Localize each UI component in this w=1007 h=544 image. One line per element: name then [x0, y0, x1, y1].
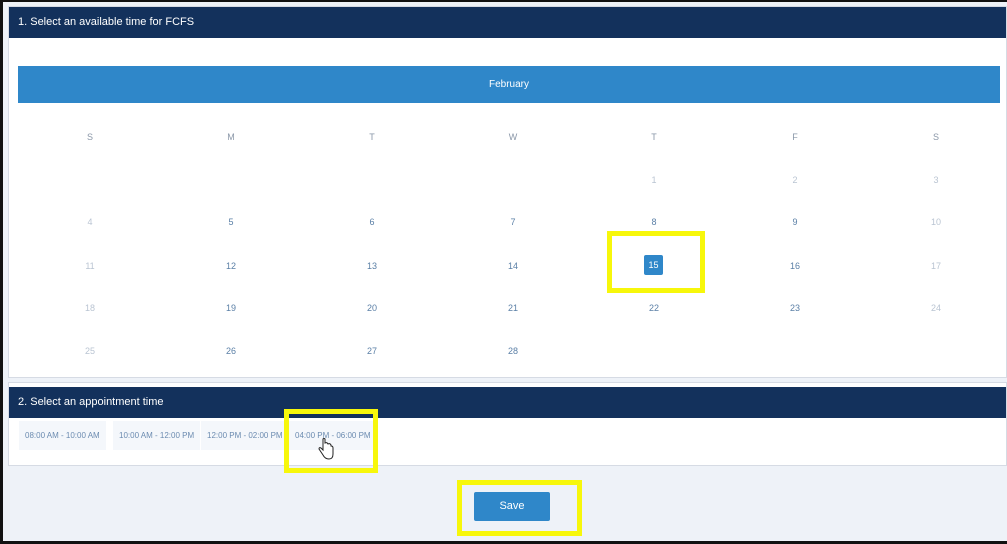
calendar-day[interactable]: 14 — [483, 261, 543, 271]
calendar-day: 11 — [85, 261, 95, 271]
calendar-day[interactable]: 13 — [342, 261, 402, 271]
section2-header: 2. Select an appointment time — [9, 387, 1006, 418]
calendar-day[interactable]: 19 — [201, 303, 261, 313]
calendar-day: 2 — [792, 175, 798, 185]
calendar-day: 24 — [930, 303, 941, 313]
weekday-header: S — [932, 132, 939, 142]
calendar-day[interactable]: 16 — [765, 261, 825, 271]
section1-header: 1. Select an available time for FCFS — [9, 7, 1006, 38]
calendar-day[interactable]: 7 — [483, 217, 543, 227]
calendar-day[interactable]: 26 — [201, 346, 261, 356]
calendar-day: 17 — [930, 261, 941, 271]
weekday-header: T — [369, 132, 375, 142]
calendar-panel: 1. Select an available time for FCFS Feb… — [8, 6, 1007, 378]
calendar-day: 1 — [651, 175, 657, 185]
calendar-day[interactable]: 9 — [765, 217, 825, 227]
calendar-day[interactable]: 12 — [201, 261, 261, 271]
calendar-day[interactable]: 21 — [483, 303, 543, 313]
time-slot-button[interactable]: 10:00 AM - 12:00 PM — [113, 421, 201, 450]
weekday-header: T — [651, 132, 657, 142]
appointment-time-panel: 2. Select an appointment time 08:00 AM -… — [8, 382, 1007, 466]
month-header: February — [18, 66, 1000, 103]
weekday-header: M — [227, 132, 235, 142]
calendar-day[interactable]: 27 — [342, 346, 402, 356]
highlight-box-save — [457, 480, 582, 536]
calendar-day[interactable]: 6 — [342, 217, 402, 227]
calendar-day[interactable]: 20 — [342, 303, 402, 313]
time-slot-button[interactable]: 12:00 PM - 02:00 PM — [201, 421, 289, 450]
time-slot-button[interactable]: 08:00 AM - 10:00 AM — [19, 421, 106, 450]
calendar-day[interactable]: 8 — [624, 217, 684, 227]
calendar-day[interactable]: 28 — [483, 346, 543, 356]
calendar-day: 3 — [933, 175, 939, 185]
calendar-day: 25 — [84, 346, 95, 356]
calendar-day: 10 — [930, 217, 941, 227]
weekday-header: F — [792, 132, 798, 142]
hand-pointer-icon — [318, 438, 334, 460]
weekday-header: W — [508, 132, 518, 142]
calendar-day[interactable]: 5 — [201, 217, 261, 227]
calendar-day[interactable]: 22 — [624, 303, 684, 313]
calendar-day: 18 — [84, 303, 95, 313]
highlight-box-date — [607, 231, 705, 293]
calendar-day: 4 — [87, 217, 93, 227]
weekday-header: S — [86, 132, 93, 142]
calendar-day[interactable]: 23 — [765, 303, 825, 313]
